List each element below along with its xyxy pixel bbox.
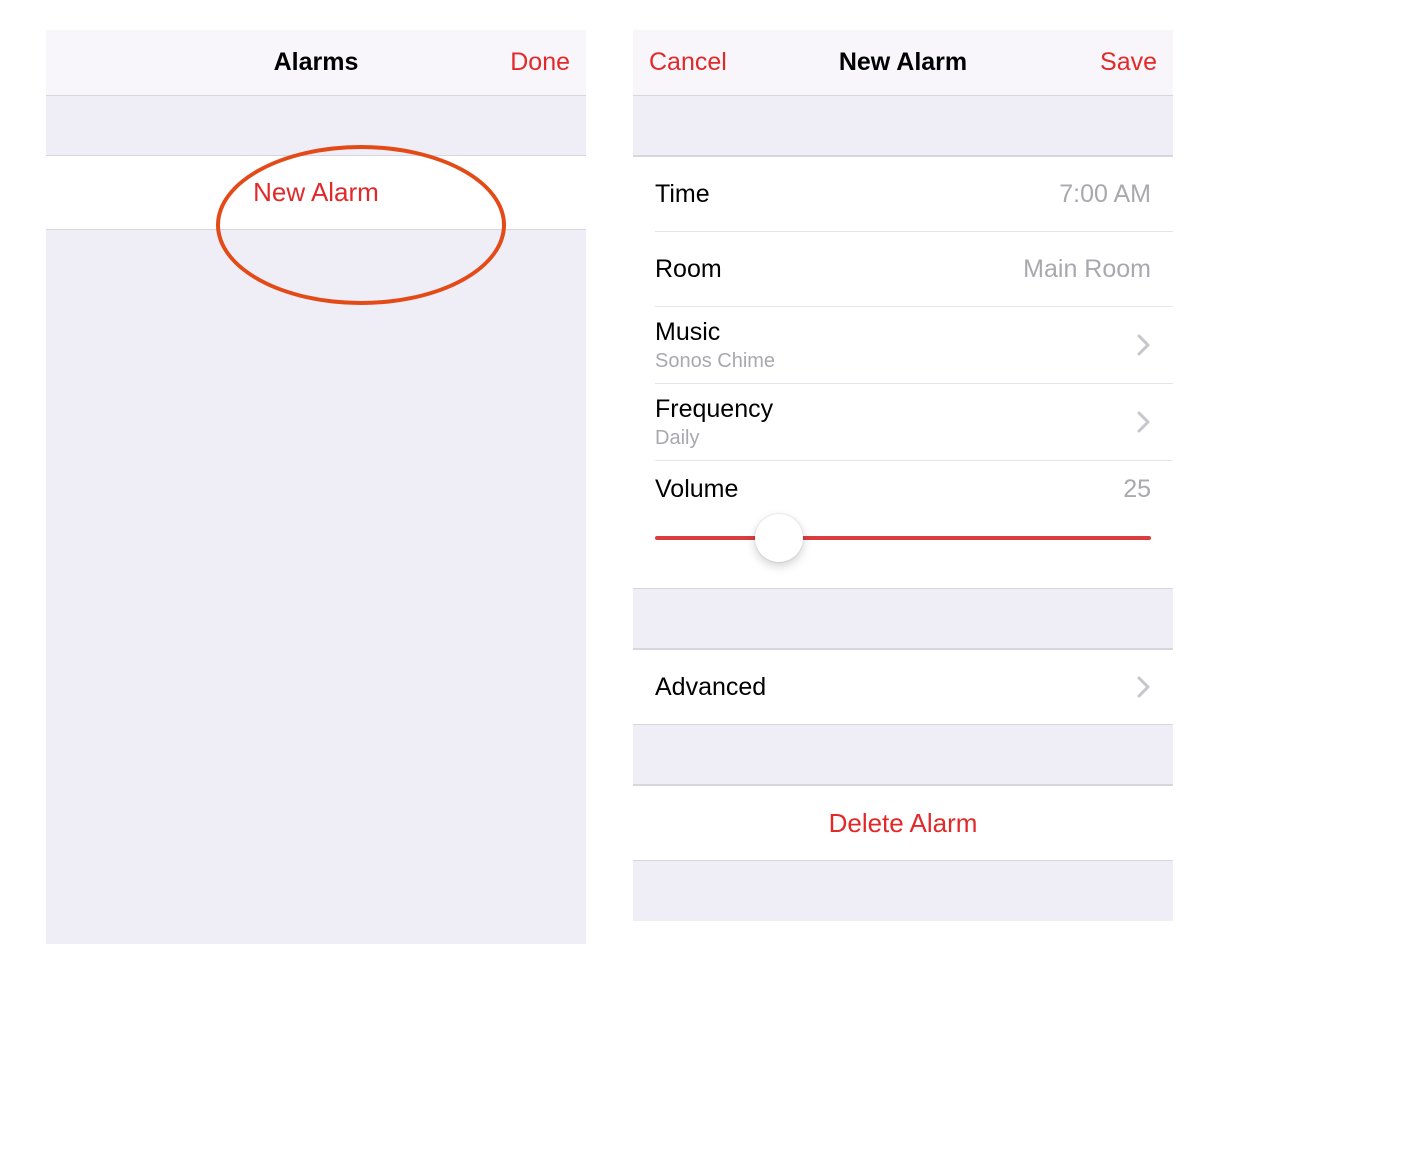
row-label: Volume <box>655 475 738 504</box>
new-alarm-row[interactable]: New Alarm <box>46 156 586 230</box>
alarms-screen: Alarms Done New Alarm <box>46 30 586 944</box>
row-label: Advanced <box>655 673 766 702</box>
room-row[interactable]: Room Main Room <box>633 232 1173 306</box>
delete-alarm-label: Delete Alarm <box>829 808 978 839</box>
new-alarm-screen: Cancel New Alarm Save Time 7:00 AM Room … <box>633 30 1173 921</box>
row-label: Music <box>655 317 775 347</box>
row-sublabel: Sonos Chime <box>655 349 775 373</box>
advanced-group: Advanced <box>633 649 1173 725</box>
new-alarm-label: New Alarm <box>253 177 379 208</box>
row-label: Frequency <box>655 394 773 424</box>
chevron-right-icon <box>1137 334 1151 356</box>
volume-value: 25 <box>1123 475 1151 504</box>
page-title: Alarms <box>274 48 359 77</box>
save-button[interactable]: Save <box>1100 48 1157 77</box>
row-sublabel: Daily <box>655 426 773 450</box>
frequency-row[interactable]: Frequency Daily <box>633 384 1173 460</box>
chevron-right-icon <box>1137 411 1151 433</box>
section-gap <box>633 96 1173 156</box>
advanced-row[interactable]: Advanced <box>633 650 1173 724</box>
row-label: Time <box>655 180 710 209</box>
navbar: Cancel New Alarm Save <box>633 30 1173 96</box>
music-row[interactable]: Music Sonos Chime <box>633 307 1173 383</box>
row-text-stack: Frequency Daily <box>655 394 773 450</box>
row-value: 7:00 AM <box>1059 180 1151 209</box>
cancel-button[interactable]: Cancel <box>649 48 727 77</box>
chevron-right-icon <box>1137 676 1151 698</box>
volume-header: Volume 25 <box>655 475 1151 504</box>
section-gap <box>633 725 1173 785</box>
slider-thumb[interactable] <box>755 514 803 562</box>
time-row[interactable]: Time 7:00 AM <box>633 157 1173 231</box>
settings-group: Time 7:00 AM Room Main Room Music Sonos … <box>633 156 1173 589</box>
row-text-stack: Music Sonos Chime <box>655 317 775 373</box>
slider-track <box>655 536 1151 540</box>
volume-slider[interactable] <box>655 514 1151 562</box>
row-label: Room <box>655 255 722 284</box>
delete-group: Delete Alarm <box>633 785 1173 861</box>
navbar: Alarms Done <box>46 30 586 96</box>
volume-row: Volume 25 <box>633 461 1173 588</box>
row-value: Main Room <box>1023 255 1151 284</box>
section-gap <box>633 589 1173 649</box>
delete-alarm-row[interactable]: Delete Alarm <box>633 786 1173 860</box>
done-button[interactable]: Done <box>510 48 570 77</box>
section-gap <box>46 96 586 156</box>
page-title: New Alarm <box>839 48 967 77</box>
